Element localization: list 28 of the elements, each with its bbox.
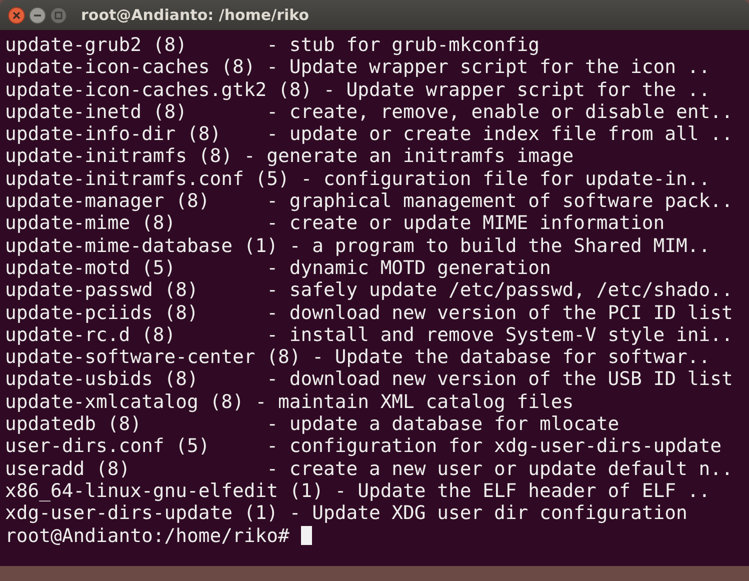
terminal-line: update-mime (8) - create or update MIME information <box>5 212 665 235</box>
terminal-line: update-xmlcatalog (8) - maintain XML catalog files <box>5 390 574 414</box>
terminal-line: update-passwd (8) - safely update /etc/passwd, /etc/shado.. <box>5 279 733 302</box>
terminal-line: update-grub2 (8) - stub for grub-mkconfig <box>5 34 540 56</box>
window-title: root@Andianto: /home/riko <box>81 6 310 24</box>
terminal-line: update-manager (8) - graphical management of software pack.. <box>5 190 733 212</box>
terminal-line: update-software-center (8) - Update the database for softwar.. <box>5 346 710 368</box>
terminal-line: update-pciids (8) - download new version of the PCI ID list <box>5 302 733 324</box>
terminal-line: update-rc.d (8) - install and remove System-V style ini.. <box>5 324 733 346</box>
terminal-line: update-usbids (8) - download new version of the USB ID list <box>5 368 733 391</box>
minimize-icon[interactable] <box>29 6 46 24</box>
maximize-icon[interactable] <box>50 6 67 24</box>
terminal-line: update-inetd (8) - create, remove, enable or disable ent.. <box>5 100 733 124</box>
prompt-text: root@Andianto:/home/riko# <box>5 524 290 547</box>
terminal-line: user-dirs.conf (5) - configuration for xdg-user-dirs-update <box>5 435 722 458</box>
terminal-line: update-mime-database (1) - a program to build the Shared MIM.. <box>5 234 710 257</box>
terminal-line: xdg-user-dirs-update (1) - Update XDG user dir configuration <box>5 502 688 525</box>
terminal-line: updatedb (8) - update a database for mlocate <box>5 413 620 436</box>
terminal-line: update-icon-caches.gtk2 (8) - Update wrapper script for the .. <box>5 78 710 101</box>
terminal-line: useradd (8) - create a new user or update default n.. <box>5 458 733 480</box>
text-cursor <box>301 526 312 546</box>
terminal-line: update-motd (5) - dynamic MOTD generation <box>5 256 551 280</box>
terminal-line: x86_64-linux-gnu-elfedit (1) - Update the ELF header of ELF .. <box>5 480 710 502</box>
terminal-line: update-info-dir (8) - update or create index file from all .. <box>5 123 733 146</box>
terminal-line: update-initramfs (8) - generate an initramfs image <box>5 145 574 168</box>
terminal-line: update-icon-caches (8) - Update wrapper script for the icon .. <box>5 56 710 79</box>
terminal-line: update-initramfs.conf (5) - configuration file for update-in.. <box>5 168 710 190</box>
close-icon[interactable] <box>8 6 25 24</box>
